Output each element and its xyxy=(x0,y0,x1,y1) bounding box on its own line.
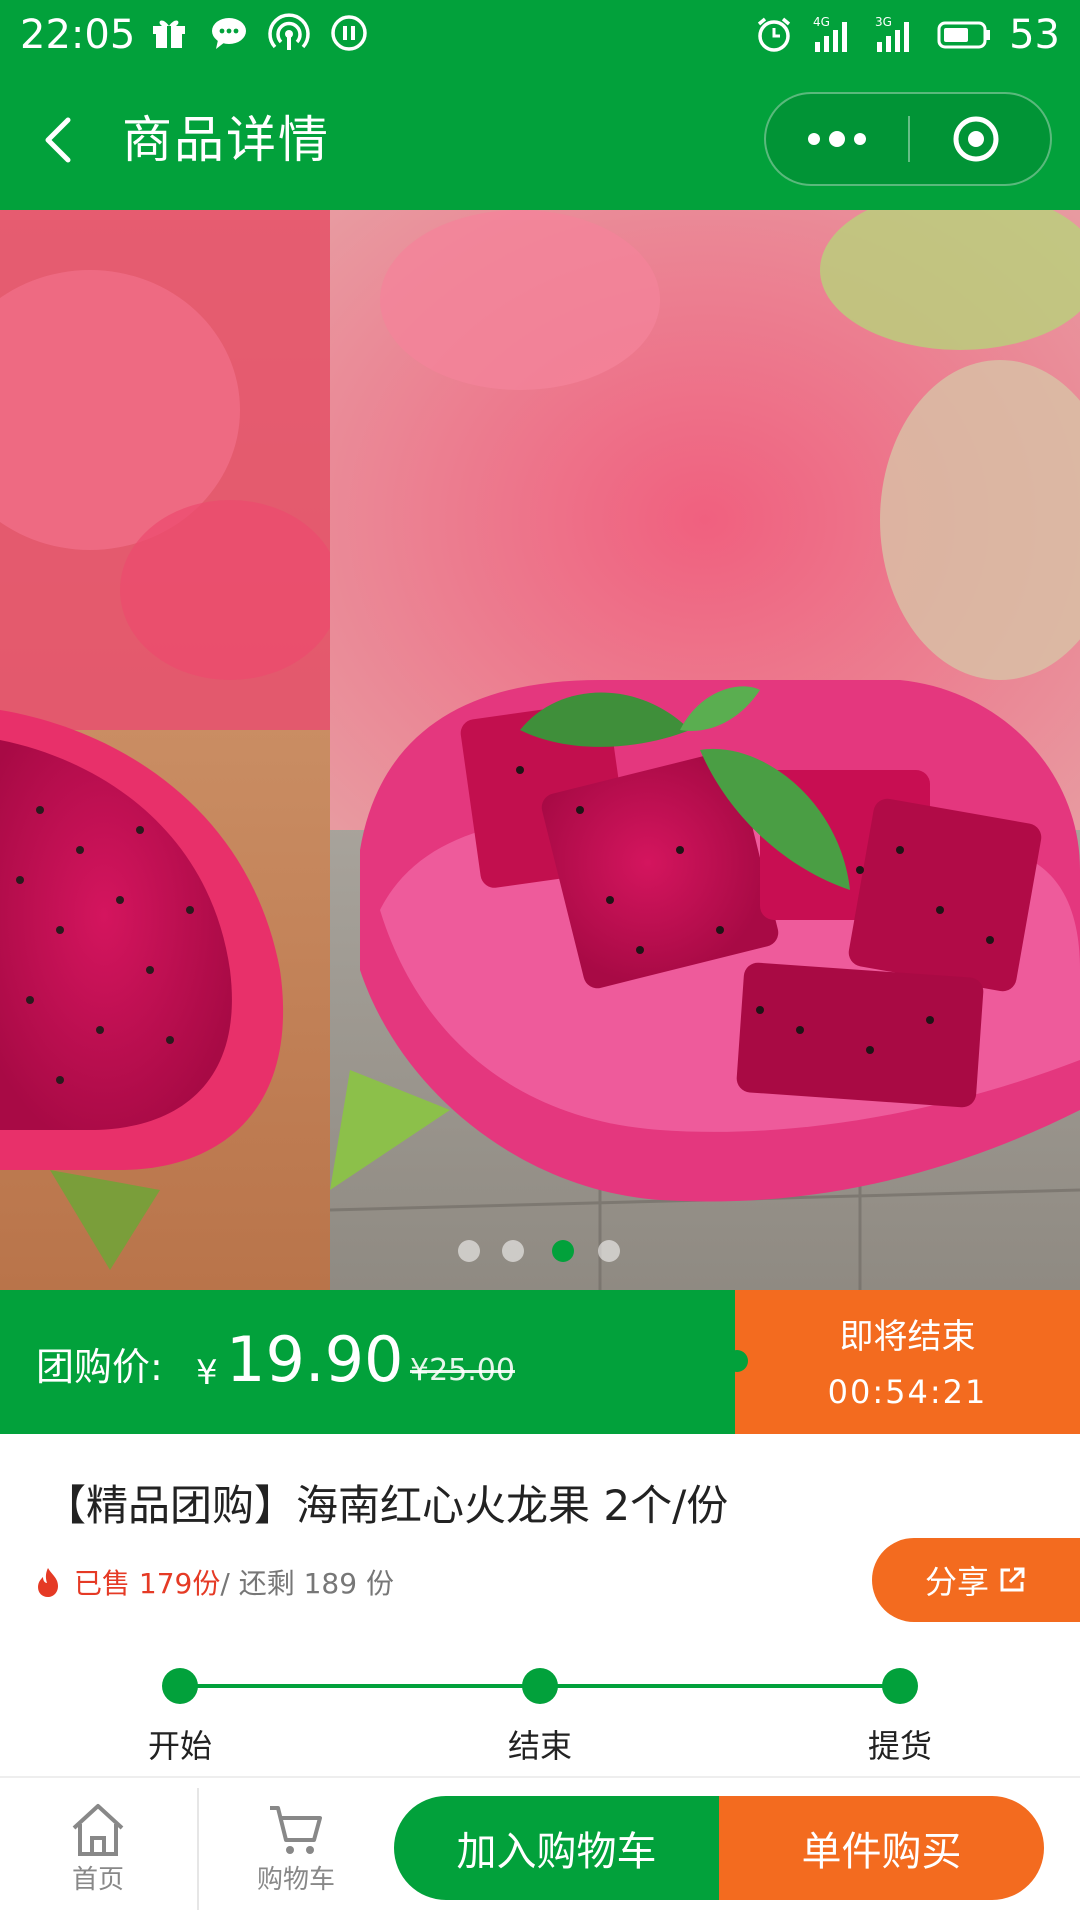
pause-icon xyxy=(331,15,367,51)
group-price-label: 团购价: xyxy=(36,1345,163,1389)
tab-cart[interactable]: 购物车 xyxy=(216,1798,376,1908)
panel-notch xyxy=(726,1350,748,1372)
wechat-icon xyxy=(212,18,246,49)
fire-icon xyxy=(38,1568,58,1597)
step-dot-pickup xyxy=(882,1668,918,1704)
step-label-pickup: 提货 xyxy=(867,1727,932,1765)
buy-single-button[interactable]: 单件购买 xyxy=(719,1796,1044,1900)
countdown-timer: 00:54:21 xyxy=(827,1373,988,1411)
home-icon xyxy=(72,1804,124,1856)
capsule-divider xyxy=(908,116,910,162)
sold-count: 已售 179份 xyxy=(74,1567,221,1600)
product-photo xyxy=(0,210,1080,1290)
step-dot-end xyxy=(522,1668,558,1704)
battery-percent: 53 xyxy=(1009,12,1060,58)
carousel-dot-active[interactable] xyxy=(552,1240,574,1262)
carousel-dot[interactable] xyxy=(502,1240,524,1262)
step-label-start: 开始 xyxy=(147,1727,212,1765)
countdown-panel: 即将结束 00:54:21 xyxy=(735,1290,1080,1434)
share-label: 分享 xyxy=(924,1563,989,1601)
group-buy-progress: 开始 结束 提货 xyxy=(0,1660,1080,1780)
group-price-value: 19.90 xyxy=(226,1323,404,1396)
price-currency: ¥ xyxy=(196,1353,218,1393)
product-image-carousel[interactable] xyxy=(0,210,1080,1290)
more-dots-icon[interactable] xyxy=(766,94,908,184)
carousel-dot[interactable] xyxy=(598,1240,620,1262)
battery-icon xyxy=(937,21,991,49)
ending-soon-label: 即将结束 xyxy=(839,1317,976,1357)
bottom-action-bar: 首页 购物车 加入购物车 单件购买 xyxy=(0,1778,1080,1920)
tab-separator xyxy=(197,1788,199,1910)
original-price: ¥25.00 xyxy=(410,1353,515,1388)
back-chevron-icon[interactable] xyxy=(34,108,90,172)
status-bar: 22:05 4G 3G 53 xyxy=(0,0,1080,70)
group-price-panel: 团购价: ¥ 19.90 ¥25.00 xyxy=(0,1290,735,1434)
hotspot-icon xyxy=(268,13,310,50)
tab-home[interactable]: 首页 xyxy=(18,1798,178,1908)
status-time: 22:05 xyxy=(20,12,136,58)
signal-3g-icon: 3G xyxy=(875,15,910,52)
cart-icon xyxy=(270,1806,322,1854)
add-to-cart-button[interactable]: 加入购物车 xyxy=(394,1796,719,1900)
share-button[interactable]: 分享 xyxy=(872,1538,1080,1622)
nav-bar: 商品详情 xyxy=(0,70,1080,210)
tab-cart-label: 购物车 xyxy=(256,1865,335,1895)
price-band: 团购价: ¥ 19.90 ¥25.00 即将结束 00:54:21 xyxy=(0,1290,1080,1434)
carousel-dot[interactable] xyxy=(458,1240,480,1262)
page-title: 商品详情 xyxy=(122,111,330,169)
svg-text:4G: 4G xyxy=(813,15,830,29)
step-label-end: 结束 xyxy=(507,1727,572,1765)
share-external-icon xyxy=(1000,1567,1025,1592)
signal-4g-icon: 4G xyxy=(813,15,848,52)
step-dot-start xyxy=(162,1668,198,1704)
gift-icon xyxy=(153,20,185,48)
target-close-icon[interactable] xyxy=(912,94,1050,184)
remaining-count: / 还剩 189 份 xyxy=(220,1567,394,1600)
svg-text:3G: 3G xyxy=(875,15,892,29)
mini-program-capsule xyxy=(764,92,1052,186)
sales-info: 已售 179份 / 还剩 189 份 xyxy=(34,1560,394,1604)
carousel-indicators xyxy=(0,1230,1080,1270)
tab-home-label: 首页 xyxy=(71,1865,124,1895)
alarm-icon xyxy=(757,17,791,52)
product-title: 【精品团购】海南红心火龙果 2个/份 xyxy=(44,1481,729,1530)
